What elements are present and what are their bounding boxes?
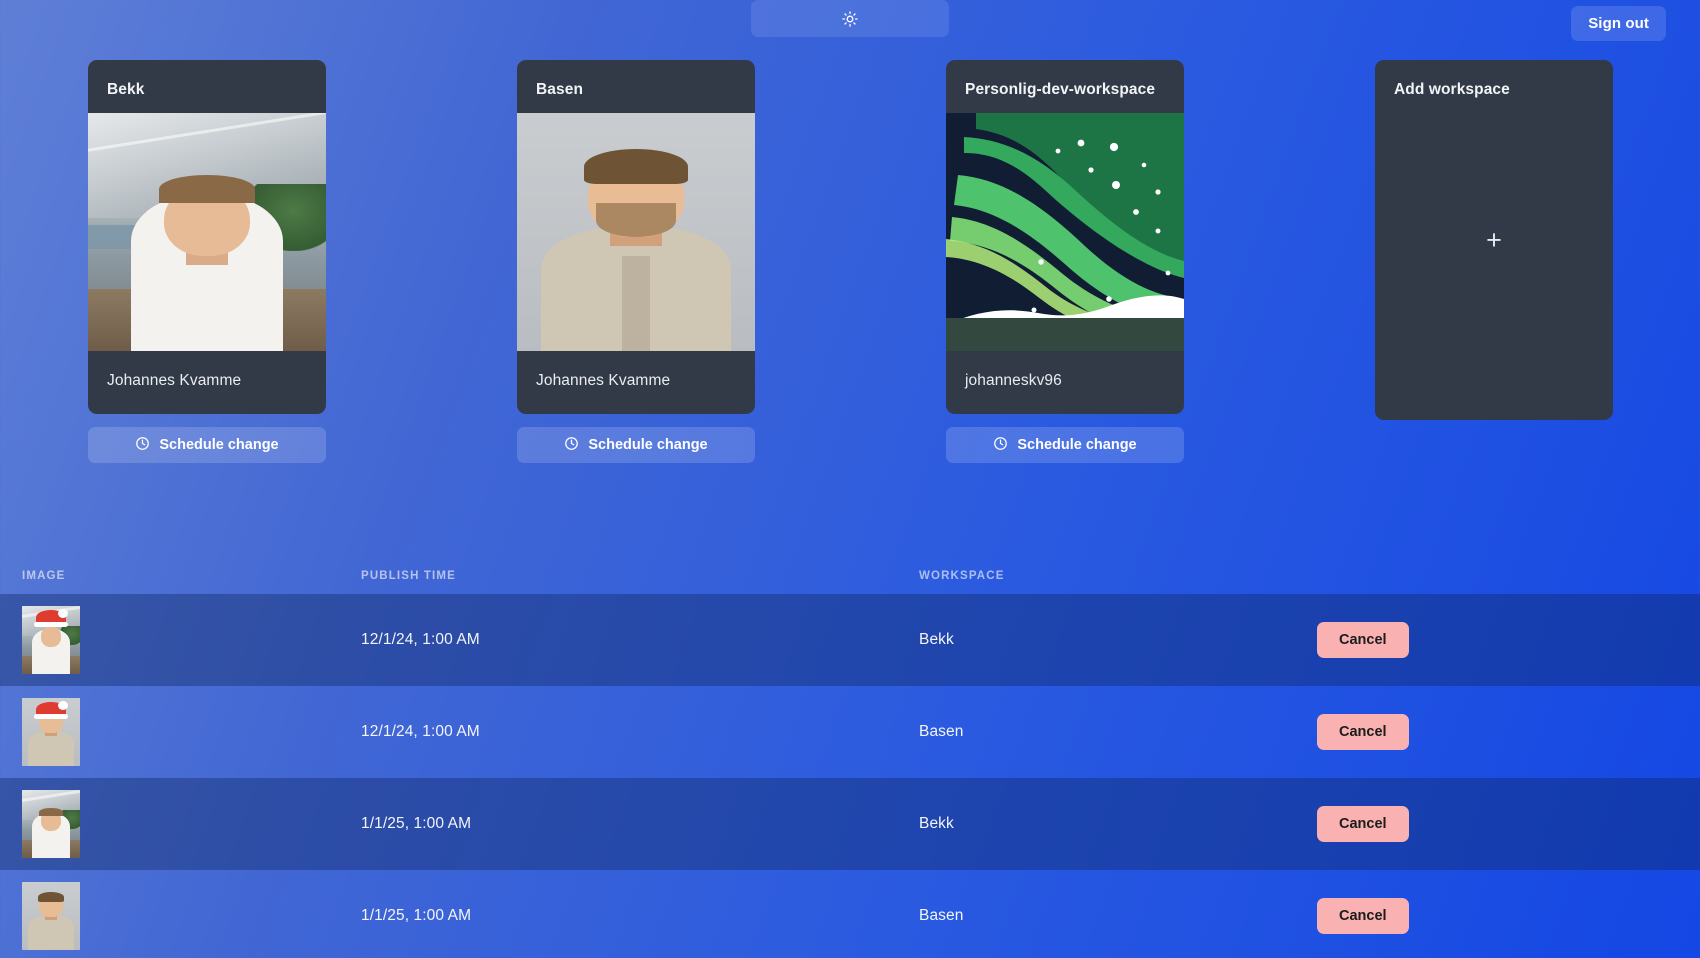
workspace-username: johanneskv96 bbox=[965, 372, 1062, 389]
workspace-image bbox=[517, 113, 755, 351]
row-action-cell: Cancel bbox=[1317, 622, 1700, 658]
workspace-image bbox=[946, 113, 1184, 351]
column-header-workspace: WORKSPACE bbox=[919, 570, 1005, 582]
row-publish-time: 12/1/24, 1:00 AM bbox=[361, 631, 480, 648]
row-workspace: Bekk bbox=[919, 631, 954, 648]
row-action-cell: Cancel bbox=[1317, 714, 1700, 750]
scheduled-changes-table: IMAGE PUBLISH TIME WORKSPACE 12/1/24, 1:… bbox=[0, 570, 1700, 958]
workspace-card[interactable]: Basen Johannes Kvamme bbox=[517, 60, 755, 414]
workspace-username: Johannes Kvamme bbox=[536, 372, 671, 389]
schedule-change-label: Schedule change bbox=[159, 437, 279, 453]
add-workspace-title: Add workspace bbox=[1394, 81, 1510, 98]
workspace-card-basen: Basen Johannes Kvamme Schedule change bbox=[517, 60, 755, 463]
workspace-cards-row: Bekk Johannes Kvamme Schedule change Bas… bbox=[88, 60, 1630, 463]
add-workspace-column: Add workspace + bbox=[1375, 60, 1613, 463]
row-image-cell bbox=[0, 790, 361, 858]
add-workspace-card[interactable]: Add workspace + bbox=[1375, 60, 1613, 420]
workspace-card[interactable]: Personlig-dev-workspace johanneskv96 bbox=[946, 60, 1184, 414]
cancel-button[interactable]: Cancel bbox=[1317, 622, 1409, 658]
workspace-title: Personlig-dev-workspace bbox=[965, 81, 1156, 98]
schedule-change-button[interactable]: Schedule change bbox=[517, 427, 755, 463]
clock-icon bbox=[564, 436, 579, 455]
cancel-button[interactable]: Cancel bbox=[1317, 714, 1409, 750]
schedule-change-label: Schedule change bbox=[588, 437, 708, 453]
sun-icon bbox=[842, 10, 858, 27]
table-row[interactable]: 1/1/25, 1:00 AM Bekk Cancel bbox=[0, 778, 1700, 870]
workspace-username: Johannes Kvamme bbox=[107, 372, 242, 389]
workspace-card-personlig-dev-workspace: Personlig-dev-workspace johanneskv96 Sch… bbox=[946, 60, 1184, 463]
row-thumbnail bbox=[22, 882, 80, 950]
table-row[interactable]: 1/1/25, 1:00 AM Basen Cancel bbox=[0, 870, 1700, 958]
column-header-image: IMAGE bbox=[22, 570, 66, 582]
row-image-cell bbox=[0, 606, 361, 674]
aurora-illustration bbox=[946, 113, 1184, 351]
sign-out-button[interactable]: Sign out bbox=[1571, 6, 1666, 41]
cancel-button[interactable]: Cancel bbox=[1317, 898, 1409, 934]
row-thumbnail bbox=[22, 606, 80, 674]
row-publish-time: 12/1/24, 1:00 AM bbox=[361, 723, 480, 740]
row-publish-time: 1/1/25, 1:00 AM bbox=[361, 815, 472, 832]
schedule-change-button[interactable]: Schedule change bbox=[946, 427, 1184, 463]
top-bar bbox=[0, 0, 1700, 44]
plus-icon[interactable]: + bbox=[1375, 99, 1613, 420]
row-image-cell bbox=[0, 882, 361, 950]
clock-icon bbox=[993, 436, 1008, 455]
row-action-cell: Cancel bbox=[1317, 898, 1700, 934]
row-workspace: Bekk bbox=[919, 815, 954, 832]
schedule-change-button[interactable]: Schedule change bbox=[88, 427, 326, 463]
row-image-cell bbox=[0, 698, 361, 766]
workspace-image bbox=[88, 113, 326, 351]
table-header-row: IMAGE PUBLISH TIME WORKSPACE bbox=[0, 570, 1700, 594]
row-action-cell: Cancel bbox=[1317, 806, 1700, 842]
schedule-change-label: Schedule change bbox=[1017, 437, 1137, 453]
clock-icon bbox=[135, 436, 150, 455]
row-thumbnail bbox=[22, 698, 80, 766]
row-workspace: Basen bbox=[919, 723, 964, 740]
workspace-card-bekk: Bekk Johannes Kvamme Schedule change bbox=[88, 60, 326, 463]
table-row[interactable]: 12/1/24, 1:00 AM Bekk Cancel bbox=[0, 594, 1700, 686]
column-header-publish-time: PUBLISH TIME bbox=[361, 570, 456, 582]
table-row[interactable]: 12/1/24, 1:00 AM Basen Cancel bbox=[0, 686, 1700, 778]
row-workspace: Basen bbox=[919, 907, 964, 924]
row-thumbnail bbox=[22, 790, 80, 858]
row-publish-time: 1/1/25, 1:00 AM bbox=[361, 907, 472, 924]
workspace-title: Bekk bbox=[107, 81, 145, 98]
theme-toggle-button[interactable] bbox=[751, 0, 949, 37]
cancel-button[interactable]: Cancel bbox=[1317, 806, 1409, 842]
workspace-card[interactable]: Bekk Johannes Kvamme bbox=[88, 60, 326, 414]
workspace-title: Basen bbox=[536, 81, 584, 98]
